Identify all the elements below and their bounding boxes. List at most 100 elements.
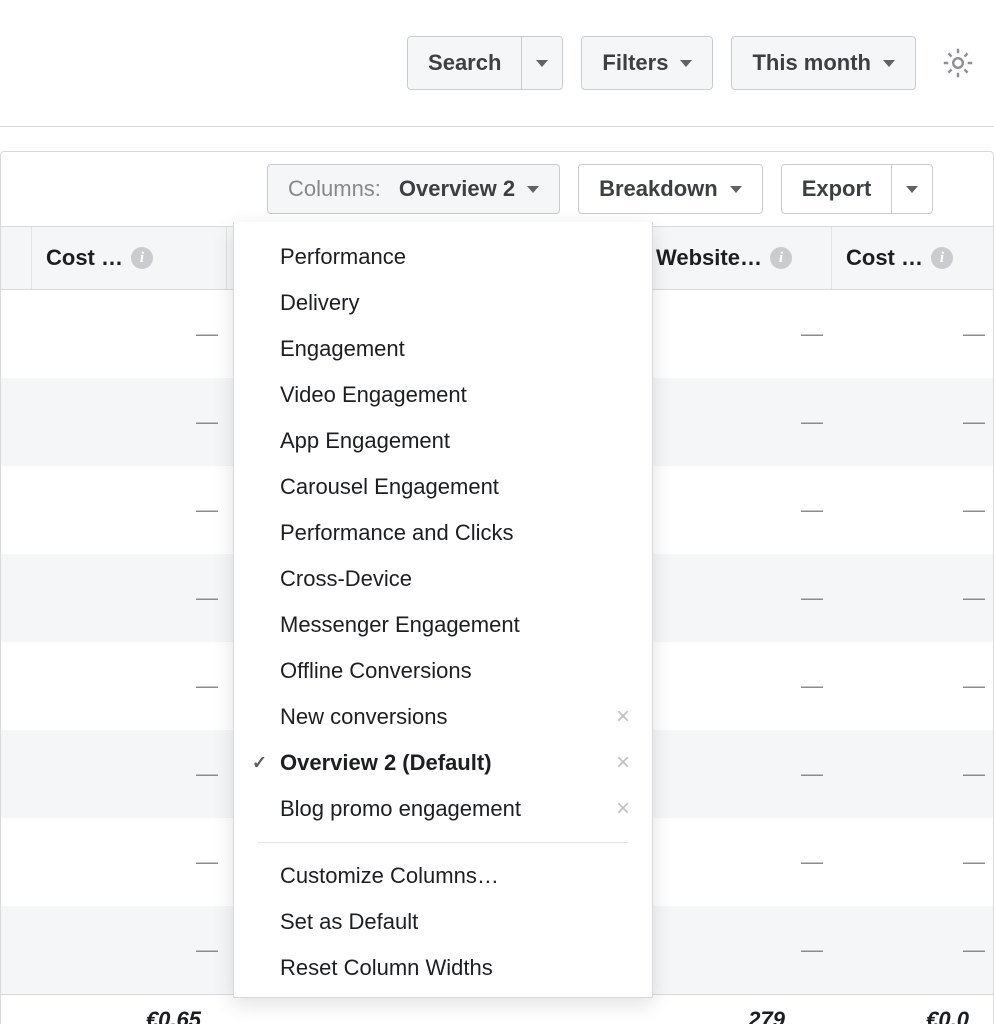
daterange-button-label: This month [752, 50, 871, 76]
columns-menu-item[interactable]: Messenger Engagement [234, 602, 652, 648]
menu-item-label: Cross-Device [280, 566, 412, 592]
columns-menu-item[interactable]: App Engagement [234, 418, 652, 464]
menu-divider [258, 842, 628, 843]
cell-website: — [659, 849, 849, 875]
cell-cost1: — [49, 761, 244, 787]
caret-down-icon [906, 186, 918, 193]
settings-gear-icon[interactable] [940, 45, 976, 81]
menu-item-label: Blog promo engagement [280, 796, 521, 822]
remove-icon[interactable]: × [616, 749, 630, 777]
caret-down-icon [536, 60, 548, 67]
cell-cost1: — [49, 937, 244, 963]
info-icon[interactable]: i [770, 247, 792, 269]
cell-website: — [659, 585, 849, 611]
cell-cost2: — [849, 321, 994, 347]
menu-item-label: Reset Column Widths [280, 955, 493, 981]
cell-cost1: — [49, 585, 244, 611]
cell-cost2: — [849, 409, 994, 435]
cell-website: — [659, 497, 849, 523]
caret-down-icon [730, 186, 742, 193]
remove-icon[interactable]: × [616, 795, 630, 823]
table-summary-row: €0.65 279 €0.0 [1, 994, 993, 1024]
columns-menu-item[interactable]: Offline Conversions [234, 648, 652, 694]
search-button-label: Search [428, 50, 501, 76]
daterange-button[interactable]: This month [731, 36, 916, 90]
cell-cost2: — [849, 761, 994, 787]
cell-cost2: — [849, 673, 994, 699]
check-icon: ✓ [252, 753, 267, 774]
search-button[interactable]: Search [407, 36, 521, 90]
menu-item-label: Offline Conversions [280, 658, 472, 684]
menu-item-label: Performance and Clicks [280, 520, 514, 546]
table-header-label: Cost … [846, 245, 923, 271]
menu-item-label: Messenger Engagement [280, 612, 520, 638]
table-header-cost2[interactable]: Cost … i [831, 227, 993, 289]
menu-item-label: Engagement [280, 336, 405, 362]
cell-cost1: — [49, 321, 244, 347]
cell-website: — [659, 321, 849, 347]
export-button[interactable]: Export [781, 164, 892, 214]
search-dropdown-toggle[interactable] [521, 36, 563, 90]
columns-menu-item[interactable]: ✓ Overview 2 (Default) × [234, 740, 652, 786]
menu-item-label: Delivery [280, 290, 359, 316]
columns-menu-item[interactable]: Performance and Clicks [234, 510, 652, 556]
export-label: Export [802, 176, 872, 202]
export-dropdown-toggle[interactable] [891, 164, 933, 214]
table-header-label: Website… [656, 245, 762, 271]
table-header-website[interactable]: Website… i [641, 227, 831, 289]
columns-menu-item[interactable]: Video Engagement [234, 372, 652, 418]
columns-menu-item[interactable]: Carousel Engagement [234, 464, 652, 510]
cell-cost2: — [849, 937, 994, 963]
menu-item-label: Overview 2 (Default) [280, 750, 492, 776]
caret-down-icon [680, 60, 692, 67]
summary-website: 279 [619, 1007, 809, 1024]
caret-down-icon [883, 60, 895, 67]
columns-value: Overview 2 [399, 176, 515, 202]
cell-cost2: — [849, 497, 994, 523]
filters-button[interactable]: Filters [581, 36, 713, 90]
menu-item-label: App Engagement [280, 428, 450, 454]
breakdown-label: Breakdown [599, 176, 718, 202]
cell-cost1: — [49, 409, 244, 435]
columns-menu-item[interactable]: Delivery [234, 280, 652, 326]
columns-dropdown-button[interactable]: Columns: Overview 2 [267, 164, 560, 214]
summary-cost1: €0.65 [25, 1007, 225, 1024]
cell-cost1: — [49, 497, 244, 523]
cell-cost2: — [849, 849, 994, 875]
table-header-spacer [1, 227, 31, 289]
caret-down-icon [527, 186, 539, 193]
columns-menu-footer-item[interactable]: Reset Column Widths [234, 945, 652, 991]
columns-dropdown-menu: Performance Delivery Engagement Video Engag… [233, 222, 653, 998]
columns-menu-item[interactable]: Engagement [234, 326, 652, 372]
top-toolbar: Search Filters This month [0, 0, 994, 126]
columns-menu-item[interactable]: Blog promo engagement × [234, 786, 652, 832]
columns-menu-item[interactable]: New conversions × [234, 694, 652, 740]
menu-item-label: New conversions [280, 704, 448, 730]
cell-cost2: — [849, 585, 994, 611]
cell-website: — [659, 937, 849, 963]
cell-website: — [659, 673, 849, 699]
remove-icon[interactable]: × [616, 703, 630, 731]
cell-cost1: — [49, 849, 244, 875]
table-toolbar: Columns: Overview 2 Breakdown Export [0, 151, 994, 226]
menu-item-label: Video Engagement [280, 382, 467, 408]
columns-menu-item[interactable]: Performance [234, 234, 652, 280]
info-icon[interactable]: i [931, 247, 953, 269]
cell-website: — [659, 761, 849, 787]
summary-cost2: €0.0 [809, 1007, 969, 1024]
info-icon[interactable]: i [131, 247, 153, 269]
search-split-button: Search [407, 36, 563, 90]
table-header-cost1[interactable]: Cost … i [31, 227, 226, 289]
cell-website: — [659, 409, 849, 435]
columns-menu-item[interactable]: Cross-Device [234, 556, 652, 602]
table-header-label: Cost … [46, 245, 123, 271]
menu-item-label: Customize Columns… [280, 863, 499, 889]
export-split-button: Export [781, 164, 934, 214]
columns-menu-footer-item[interactable]: Set as Default [234, 899, 652, 945]
menu-item-label: Carousel Engagement [280, 474, 499, 500]
columns-menu-footer-item[interactable]: Customize Columns… [234, 853, 652, 899]
cell-cost1: — [49, 673, 244, 699]
menu-item-label: Performance [280, 244, 406, 270]
breakdown-button[interactable]: Breakdown [578, 164, 763, 214]
filters-button-label: Filters [602, 50, 668, 76]
